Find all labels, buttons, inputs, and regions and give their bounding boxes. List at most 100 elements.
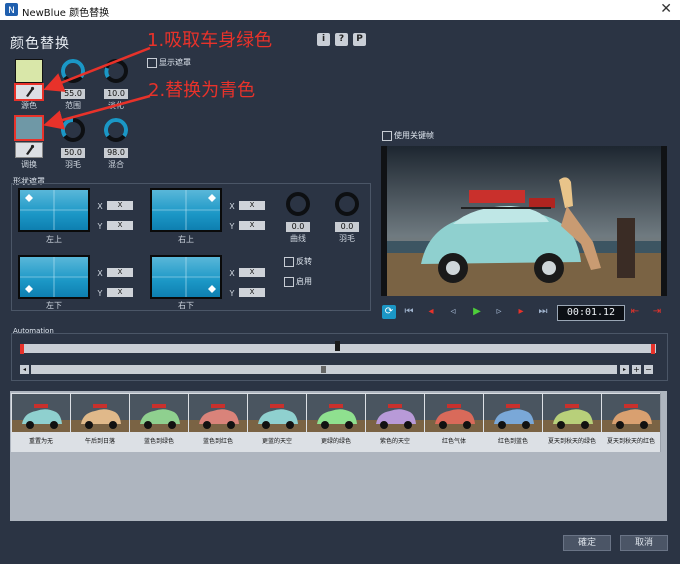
preset-label: 更绿的绿色 <box>320 438 351 445</box>
zoom-in-icon[interactable]: + <box>632 365 641 374</box>
scroll-right-icon[interactable]: ▸ <box>620 365 629 374</box>
corner-bottom-left-preview[interactable] <box>18 255 90 299</box>
preset-thumbnail <box>71 394 129 432</box>
time-display[interactable]: 00:01.12 <box>557 305 625 321</box>
scrollbar-thumb[interactable] <box>321 366 326 373</box>
step-forward-icon[interactable]: ▹ <box>492 305 506 319</box>
preset-label: 红色气体 <box>441 438 466 445</box>
scroll-left-icon[interactable]: ◂ <box>20 365 29 374</box>
preset-card[interactable]: 蓝色到绿色 <box>129 393 189 452</box>
corner-tr-x-input[interactable]: X <box>239 201 265 210</box>
preset-thumbnail <box>307 394 365 432</box>
preset-card[interactable]: 紫色的天空 <box>365 393 425 452</box>
corner-br-y-input[interactable]: X <box>239 288 265 297</box>
loop-icon[interactable]: ⟳ <box>382 305 396 319</box>
corner-tr-y-input[interactable]: X <box>239 221 265 230</box>
corner-bottom-right-preview[interactable] <box>150 255 222 299</box>
preset-label: 蓝色到红色 <box>202 438 233 445</box>
zoom-out-icon[interactable]: − <box>644 365 653 374</box>
corner-top-left-preview[interactable] <box>18 188 90 232</box>
corner-grid <box>20 190 88 230</box>
car-thumbnail-image <box>602 394 660 432</box>
go-end-icon[interactable]: ⏭ <box>536 305 550 319</box>
corner-br-x-input[interactable]: X <box>239 268 265 277</box>
preset-label: 夏天到秋天的红色 <box>606 438 655 445</box>
corner-br-x-label: X <box>229 269 235 278</box>
enable-checkbox[interactable] <box>284 277 294 287</box>
cancel-button[interactable]: 取消 <box>620 535 668 551</box>
preset-card[interactable]: 重置为无 <box>11 393 71 452</box>
preset-thumbnail <box>602 394 660 432</box>
preset-card[interactable]: 午后到日落 <box>70 393 130 452</box>
preset-card[interactable]: 夏天到秋天的绿色 <box>542 393 602 452</box>
corner-bl-x-input[interactable]: X <box>107 268 133 277</box>
keyframe-label: 使用关键帧 <box>394 131 434 140</box>
car-thumbnail-image <box>484 394 542 432</box>
corner-bl-x-label: X <box>97 269 103 278</box>
corner-tl-y-input[interactable]: X <box>107 221 133 230</box>
preset-thumbnail <box>366 394 424 432</box>
preset-thumbnail <box>189 394 247 432</box>
preset-thumbnail <box>425 394 483 432</box>
preset-thumbnail <box>12 394 70 432</box>
preset-card[interactable]: 更绿的绿色 <box>306 393 366 452</box>
invert-label: 反转 <box>296 257 312 266</box>
mask-feather-value[interactable]: 0.0 <box>335 222 359 232</box>
car-scene-image <box>387 146 661 296</box>
play-icon[interactable]: ▶ <box>470 305 484 319</box>
car-thumbnail-image <box>130 394 188 432</box>
automation-start-keyframe[interactable] <box>20 344 24 354</box>
corner-tr-y-label: Y <box>229 222 235 231</box>
corner-br-y-label: Y <box>229 289 235 298</box>
preset-label: 夏天到秋天的绿色 <box>547 438 596 445</box>
corner-top-right-label: 右上 <box>178 235 194 244</box>
car-thumbnail-image <box>248 394 306 432</box>
corner-bl-y-label: Y <box>97 289 103 298</box>
corner-top-right-preview[interactable] <box>150 188 222 232</box>
car-thumbnail-image <box>543 394 601 432</box>
preset-card[interactable]: 红色到蓝色 <box>483 393 543 452</box>
preset-label: 蓝色到绿色 <box>143 438 174 445</box>
go-start-icon[interactable]: ⏮ <box>402 305 416 319</box>
corner-bottom-right-label: 右下 <box>178 301 194 310</box>
preset-card[interactable]: 更蓝的天空 <box>247 393 307 452</box>
curve-value[interactable]: 0.0 <box>286 222 310 232</box>
remove-keyframe-icon[interactable]: ⇤ <box>628 305 642 319</box>
corner-tr-x-label: X <box>229 202 235 211</box>
preset-thumbnail <box>248 394 306 432</box>
curve-knob[interactable] <box>285 191 311 217</box>
car-thumbnail-image <box>12 394 70 432</box>
mask-feather-label: 羽毛 <box>339 234 355 243</box>
car-thumbnail-image <box>189 394 247 432</box>
preset-label: 午后到日落 <box>84 438 115 445</box>
car-thumbnail-image <box>425 394 483 432</box>
car-thumbnail-image <box>366 394 424 432</box>
next-keyframe-icon[interactable]: ▸ <box>514 305 528 319</box>
automation-end-keyframe[interactable] <box>651 344 655 354</box>
preset-card[interactable]: 夏天到秋天的红色 <box>601 393 661 452</box>
preset-thumbnail <box>543 394 601 432</box>
step-back-icon[interactable]: ◃ <box>446 305 460 319</box>
ok-button[interactable]: 確定 <box>563 535 611 551</box>
prev-keyframe-icon[interactable]: ◂ <box>424 305 438 319</box>
mask-feather-knob[interactable] <box>334 191 360 217</box>
corner-bottom-left-label: 左下 <box>46 301 62 310</box>
corner-tl-x-input[interactable]: X <box>107 201 133 210</box>
invert-checkbox[interactable] <box>284 257 294 267</box>
preset-card[interactable]: 蓝色到红色 <box>188 393 248 452</box>
add-keyframe-icon[interactable]: ⇥ <box>650 305 664 319</box>
corner-bl-y-input[interactable]: X <box>107 288 133 297</box>
curve-label: 曲线 <box>290 234 306 243</box>
preset-thumbnail <box>130 394 188 432</box>
preset-thumbnail <box>484 394 542 432</box>
playhead-marker[interactable] <box>335 341 340 351</box>
preset-label: 更蓝的天空 <box>261 438 292 445</box>
preset-card[interactable]: 红色气体 <box>424 393 484 452</box>
enable-label: 启用 <box>296 277 312 286</box>
corner-grid <box>152 257 220 297</box>
corner-grid <box>20 257 88 297</box>
video-preview <box>381 146 667 296</box>
preset-label: 红色到蓝色 <box>497 438 528 445</box>
keyframe-checkbox[interactable] <box>382 131 392 141</box>
corner-tl-y-label: Y <box>97 222 103 231</box>
